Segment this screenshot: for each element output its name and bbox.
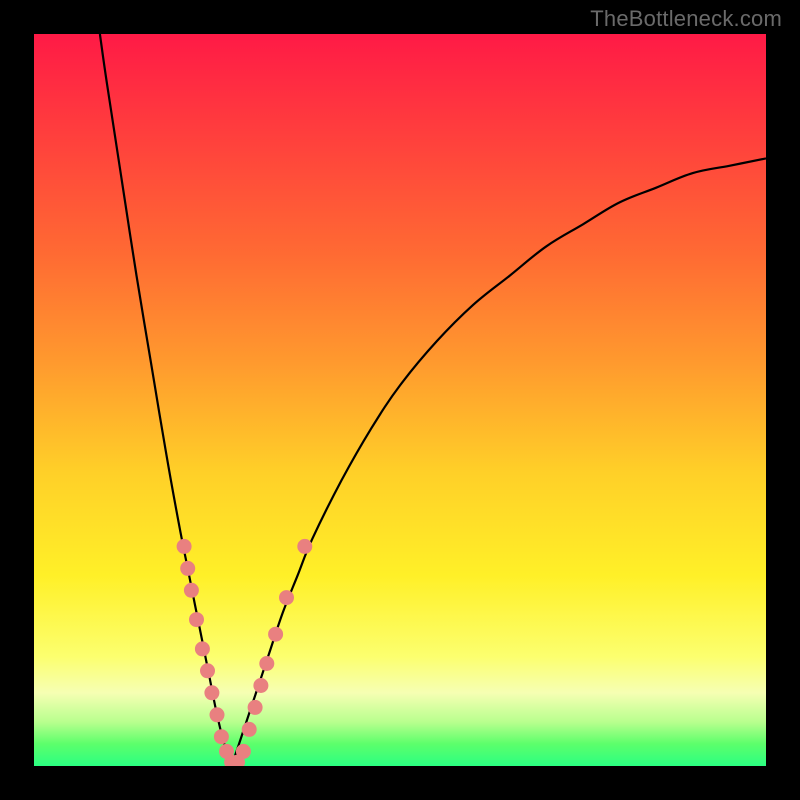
bottleneck-curve-right: [232, 158, 766, 766]
marker-point: [205, 686, 219, 700]
curve-markers: [177, 539, 312, 766]
marker-point: [181, 561, 195, 575]
marker-point: [298, 539, 312, 553]
chart-frame: TheBottleneck.com: [0, 0, 800, 800]
plot-area: [34, 34, 766, 766]
marker-point: [254, 679, 268, 693]
marker-point: [214, 730, 228, 744]
marker-point: [269, 627, 283, 641]
marker-point: [190, 613, 204, 627]
marker-point: [210, 708, 224, 722]
marker-point: [184, 583, 198, 597]
marker-point: [242, 722, 256, 736]
marker-point: [280, 591, 294, 605]
attribution-text: TheBottleneck.com: [590, 6, 782, 32]
marker-point: [201, 664, 215, 678]
bottleneck-curve-left: [100, 34, 232, 766]
marker-point: [260, 657, 274, 671]
marker-point: [236, 744, 250, 758]
marker-point: [195, 642, 209, 656]
curve-layer: [34, 34, 766, 766]
marker-point: [248, 700, 262, 714]
marker-point: [177, 539, 191, 553]
